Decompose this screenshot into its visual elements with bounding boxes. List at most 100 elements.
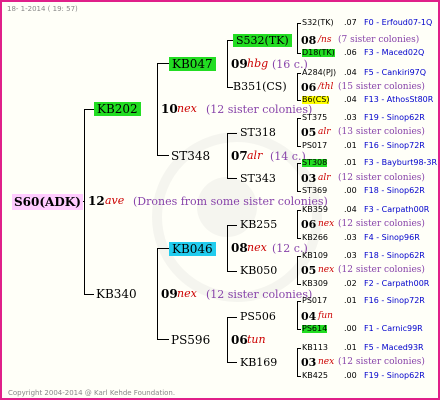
year-lvl2: hbg	[247, 57, 269, 70]
note-lvl3: (12 sister colonies)	[338, 219, 425, 229]
leaf-origin[interactable]: F3 - Bayburt98-3R	[364, 159, 437, 167]
link-line	[297, 23, 301, 24]
queen-lvl2[interactable]: ST348	[171, 150, 210, 162]
year-lvl3: nex	[318, 265, 335, 275]
queen-lvl2[interactable]: PS596	[171, 334, 210, 346]
note-lvl1: (12 sister colonies)	[206, 288, 313, 301]
leaf-origin[interactable]: F5 - Cankiri97Q	[364, 69, 426, 77]
link-line	[84, 109, 94, 110]
leaf-generation: .00	[344, 371, 357, 380]
link-line	[297, 210, 298, 239]
link-line	[297, 146, 301, 147]
leaf-queen[interactable]: S32(TK)	[302, 19, 334, 27]
link-line	[297, 163, 298, 192]
generation-lvl1: 09	[161, 287, 178, 301]
link-line	[297, 163, 301, 164]
leaf-origin[interactable]: F16 - Sinop72R	[364, 142, 425, 150]
leaf-origin[interactable]: F0 - Erfoud07-1Q	[364, 19, 432, 27]
note-lvl3: (13 sister colonies)	[338, 127, 425, 137]
queen-lvl2[interactable]: KB047	[169, 57, 216, 71]
leaf-queen[interactable]: ST375	[302, 114, 327, 122]
link-line	[227, 317, 228, 363]
leaf-queen[interactable]: KB266	[302, 234, 328, 242]
leaf-origin[interactable]: F19 - Sinop62R	[364, 114, 425, 122]
link-line	[297, 301, 301, 302]
queen-lvl3[interactable]: KB255	[240, 219, 277, 230]
leaf-queen[interactable]: KB309	[302, 280, 328, 288]
root-queen[interactable]: S60(ADK)	[12, 194, 83, 210]
leaf-queen[interactable]: PS017	[302, 142, 327, 150]
queen-lvl3[interactable]: B351(CS)	[233, 81, 287, 92]
queen-lvl3[interactable]: S532(TK)	[233, 34, 292, 47]
leaf-queen[interactable]: PS017	[302, 297, 327, 305]
queen-lvl3[interactable]: KB169	[240, 357, 277, 368]
year-lvl3: /thl	[318, 82, 334, 92]
queen-lvl3[interactable]: KB050	[240, 265, 277, 276]
leaf-origin[interactable]: F18 - Sinop62R	[364, 187, 425, 195]
generation-lvl2: 06	[231, 333, 248, 347]
leaf-queen[interactable]: KB425	[302, 372, 328, 380]
year-lvl1: nex	[177, 287, 197, 300]
link-line	[157, 63, 169, 64]
generation-lvl2: 09	[231, 57, 248, 71]
leaf-generation: .04	[344, 205, 357, 214]
leaf-origin[interactable]: F2 - Carpath00R	[364, 280, 429, 288]
link-line	[227, 225, 228, 272]
link-line	[297, 210, 301, 211]
leaf-origin[interactable]: F13 - AthosSt80R	[364, 96, 433, 104]
leaf-origin[interactable]: F19 - Sinop62R	[364, 372, 425, 380]
link-line	[297, 301, 298, 330]
leaf-generation: .01	[344, 296, 357, 305]
leaf-queen[interactable]: ST369	[302, 187, 327, 195]
date-stamp: 18- 1-2014 ( 19: 57)	[7, 5, 78, 13]
pedigree-frame: 18- 1-2014 ( 19: 57) S60(ADK) 12 ave (Dr…	[0, 0, 440, 400]
generation-lvl3: 04	[301, 310, 317, 323]
leaf-generation: .03	[344, 251, 357, 260]
leaf-queen[interactable]: B6(CS)	[302, 96, 330, 104]
leaf-queen[interactable]: KB109	[302, 252, 328, 260]
note-lvl3: (12 sister colonies)	[338, 173, 425, 183]
leaf-generation: .01	[344, 141, 357, 150]
root-generation: 12	[88, 194, 105, 208]
year-lvl2: nex	[247, 241, 267, 254]
leaf-origin[interactable]: F3 - Carpath00R	[364, 206, 429, 214]
leaf-origin[interactable]: F1 - Carnic99R	[364, 325, 423, 333]
link-line	[297, 118, 301, 119]
leaf-generation: .06	[344, 48, 357, 57]
queen-lvl3[interactable]: ST318	[240, 127, 276, 138]
link-line	[157, 155, 169, 156]
leaf-generation: .00	[344, 324, 357, 333]
leaf-generation: .07	[344, 18, 357, 27]
year-lvl1: nex	[177, 102, 197, 115]
leaf-origin[interactable]: F16 - Sinop72R	[364, 297, 425, 305]
leaf-queen[interactable]: PS614	[302, 325, 328, 333]
link-line	[157, 248, 169, 249]
leaf-generation: .04	[344, 95, 357, 104]
link-line	[227, 133, 237, 134]
leaf-origin[interactable]: F4 - Sinop96R	[364, 234, 420, 242]
queen-lvl1[interactable]: KB202	[94, 102, 141, 116]
leaf-origin[interactable]: F5 - Maced93R	[364, 344, 424, 352]
link-line	[297, 376, 301, 377]
queen-lvl2[interactable]: KB046	[169, 242, 216, 256]
queen-lvl3[interactable]: ST343	[240, 173, 276, 184]
leaf-queen[interactable]: ST308	[302, 159, 328, 167]
leaf-queen[interactable]: A284(PJ)	[302, 69, 336, 77]
leaf-queen[interactable]: KB113	[302, 344, 328, 352]
link-line	[297, 73, 298, 101]
leaf-queen[interactable]: D18(TK)	[302, 49, 335, 57]
link-line	[157, 63, 158, 156]
copyright: Copyright 2004-2014 @ Karl Kehde Foundat…	[8, 389, 176, 397]
year-lvl3: alr	[318, 127, 331, 137]
leaf-origin[interactable]: F3 - Maced02Q	[364, 49, 424, 57]
link-line	[84, 294, 94, 295]
leaf-generation: .01	[344, 158, 357, 167]
note-lvl3: (15 sister colonies)	[338, 82, 425, 92]
leaf-queen[interactable]: KB359	[302, 206, 328, 214]
queen-lvl1[interactable]: KB340	[96, 288, 137, 300]
link-line	[297, 256, 301, 257]
leaf-origin[interactable]: F18 - Sinop62R	[364, 252, 425, 260]
queen-lvl3[interactable]: PS506	[240, 311, 276, 322]
leaf-generation: .01	[344, 343, 357, 352]
root-note: (Drones from some sister colonies)	[133, 195, 328, 208]
